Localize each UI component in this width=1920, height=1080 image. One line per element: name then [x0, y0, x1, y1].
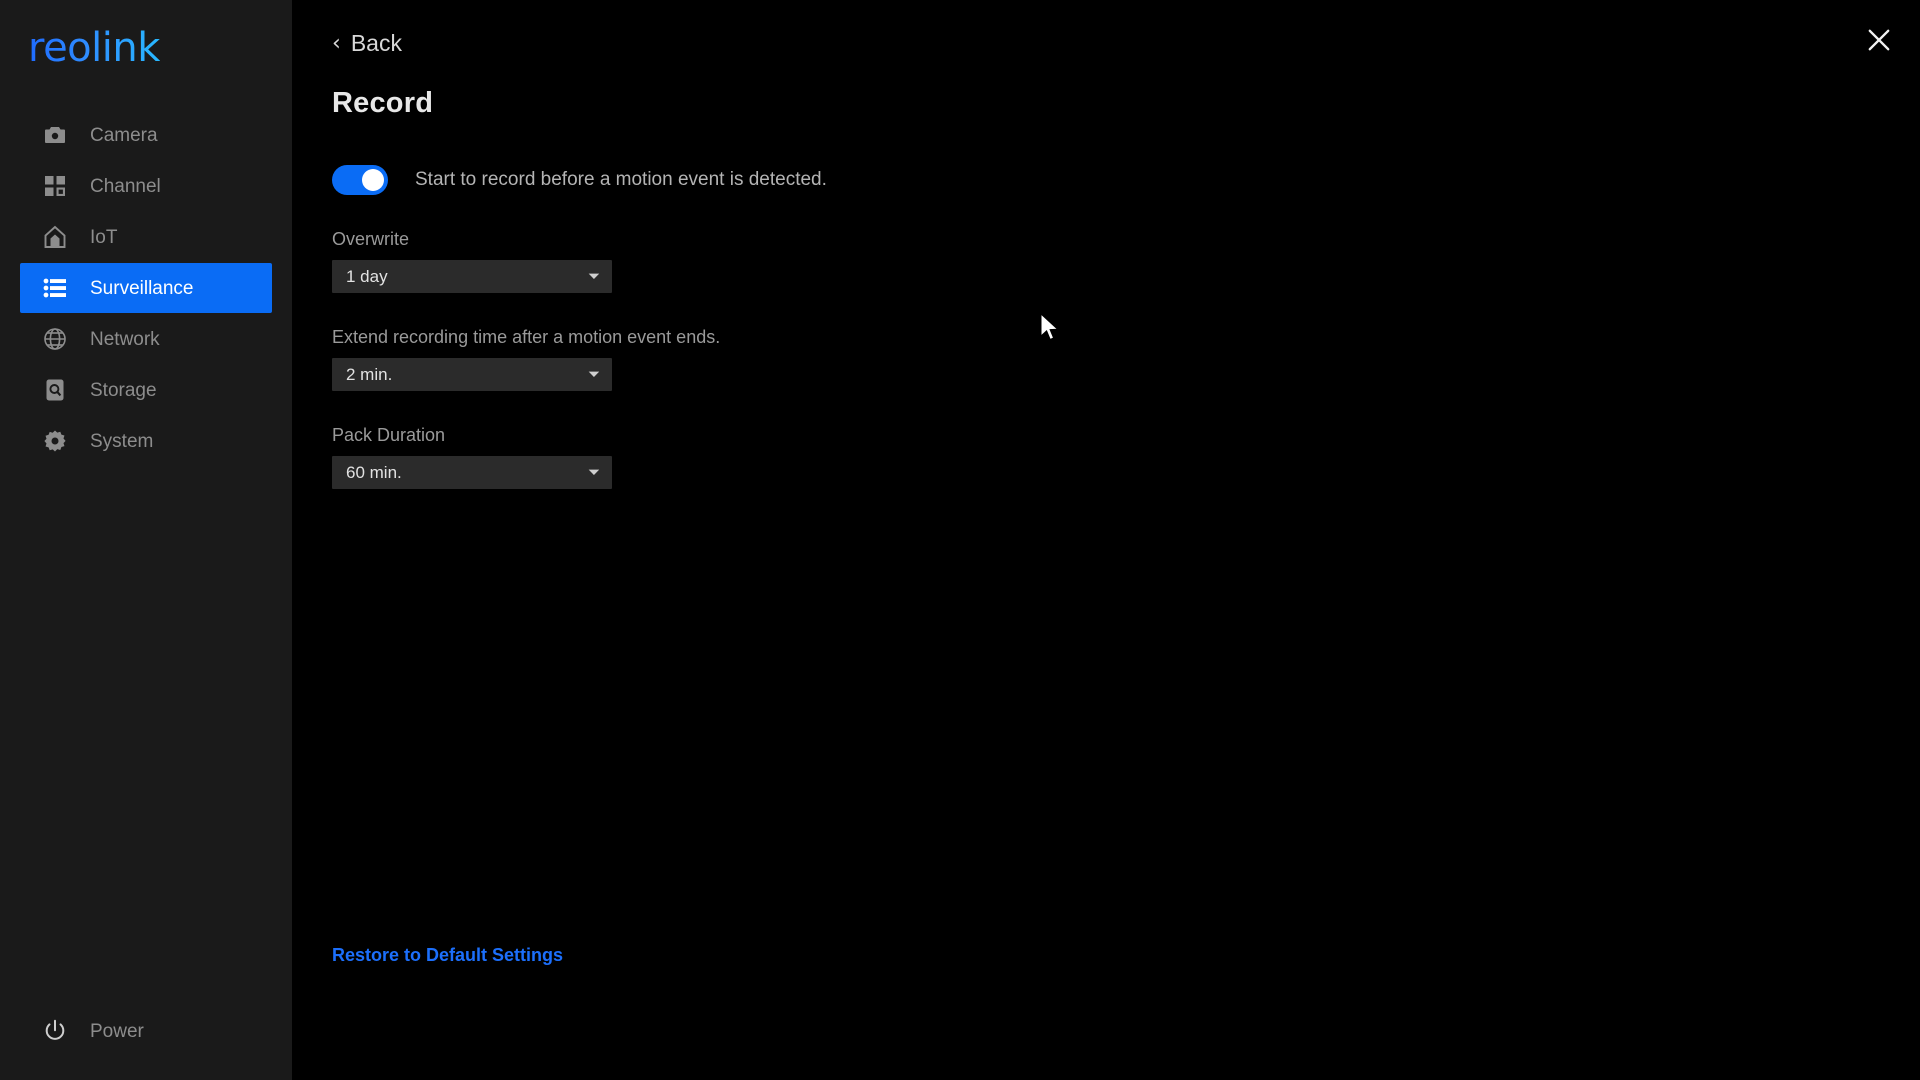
- main-content: ‹ Back Record Start to record before a m…: [292, 0, 1920, 1080]
- harddrive-icon: [42, 377, 68, 403]
- sidebar-item-storage[interactable]: Storage: [20, 365, 272, 415]
- sidebar-item-channel[interactable]: Channel: [20, 161, 272, 211]
- sidebar-item-label: Camera: [90, 124, 158, 146]
- sidebar-item-label: Surveillance: [90, 277, 194, 299]
- brand-logo-text: reolink: [28, 25, 160, 71]
- field-pack-duration: Pack Duration 60 min. ⏷: [332, 425, 1920, 489]
- select-value: 2 min.: [346, 364, 393, 384]
- sidebar-item-power[interactable]: Power: [20, 1006, 144, 1056]
- chevron-down-icon: ⏷: [587, 365, 600, 383]
- brand-logo: reolink: [0, 0, 292, 96]
- toggle-knob: [362, 169, 384, 191]
- sidebar-item-iot[interactable]: IoT: [20, 212, 272, 262]
- restore-default-settings-link[interactable]: Restore to Default Settings: [332, 945, 563, 966]
- overwrite-select[interactable]: 1 day ⏷: [332, 260, 612, 293]
- back-button[interactable]: ‹ Back: [332, 30, 442, 57]
- home-icon: [42, 224, 68, 250]
- globe-icon: [42, 326, 68, 352]
- close-icon: [1868, 29, 1890, 51]
- sidebar-item-camera[interactable]: Camera: [20, 110, 272, 160]
- close-button[interactable]: [1861, 22, 1897, 58]
- power-icon: [42, 1018, 68, 1044]
- sidebar-item-label: Channel: [90, 175, 161, 197]
- select-value: 1 day: [346, 266, 388, 286]
- camera-icon: [42, 122, 68, 148]
- field-label: Pack Duration: [332, 425, 446, 445]
- chevron-down-icon: ⏷: [587, 267, 600, 285]
- field-label: Overwrite: [332, 229, 410, 249]
- pack-duration-select[interactable]: 60 min. ⏷: [332, 456, 612, 489]
- sidebar-item-label: System: [90, 430, 154, 452]
- grid-icon: [42, 173, 68, 199]
- page-title: Record: [332, 87, 434, 119]
- sidebar-item-label: Storage: [90, 379, 157, 401]
- sidebar-item-network[interactable]: Network: [20, 314, 272, 364]
- pre-record-toggle[interactable]: [332, 165, 388, 195]
- pre-record-toggle-label: Start to record before a motion event is…: [415, 169, 827, 190]
- extend-recording-time-select[interactable]: 2 min. ⏷: [332, 358, 612, 391]
- field-extend-recording-time: Extend recording time after a motion eve…: [332, 327, 1920, 391]
- list-icon: [42, 275, 68, 301]
- sidebar-item-surveillance[interactable]: Surveillance: [20, 263, 272, 313]
- app-window: reolink Camera Channel IoT Surveillance …: [0, 0, 1920, 1080]
- sidebar-nav: Camera Channel IoT Surveillance Network …: [0, 110, 292, 466]
- gear-icon: [42, 428, 68, 454]
- back-button-label: Back: [350, 30, 402, 56]
- field-overwrite: Overwrite 1 day ⏷: [332, 229, 1920, 293]
- chevron-down-icon: ⏷: [587, 463, 600, 481]
- field-label: Extend recording time after a motion eve…: [332, 327, 721, 347]
- select-value: 60 min.: [346, 462, 402, 482]
- sidebar-power-label: Power: [90, 1020, 144, 1042]
- sidebar-item-system[interactable]: System: [20, 416, 272, 466]
- sidebar: reolink Camera Channel IoT Surveillance …: [0, 0, 292, 1080]
- sidebar-item-label: Network: [90, 328, 160, 350]
- chevron-left-icon: ‹: [332, 30, 341, 56]
- pre-record-toggle-row: Start to record before a motion event is…: [332, 165, 1920, 195]
- sidebar-item-label: IoT: [90, 226, 118, 248]
